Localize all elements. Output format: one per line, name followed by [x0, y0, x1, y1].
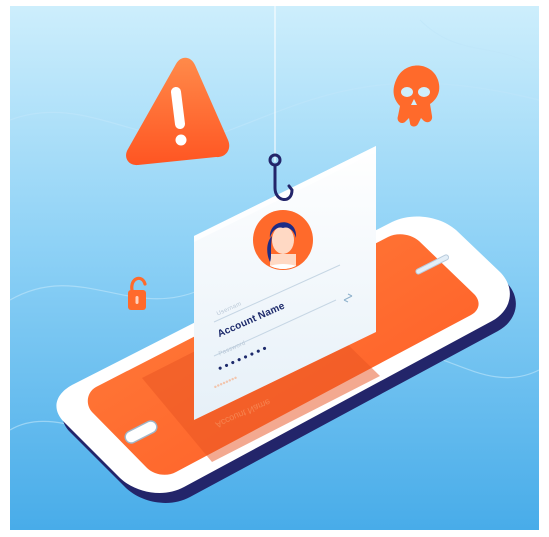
phishing-illustration: Usernam Account Name Password •••••••• •…: [0, 0, 549, 537]
scene-canvas: [9, 6, 540, 530]
